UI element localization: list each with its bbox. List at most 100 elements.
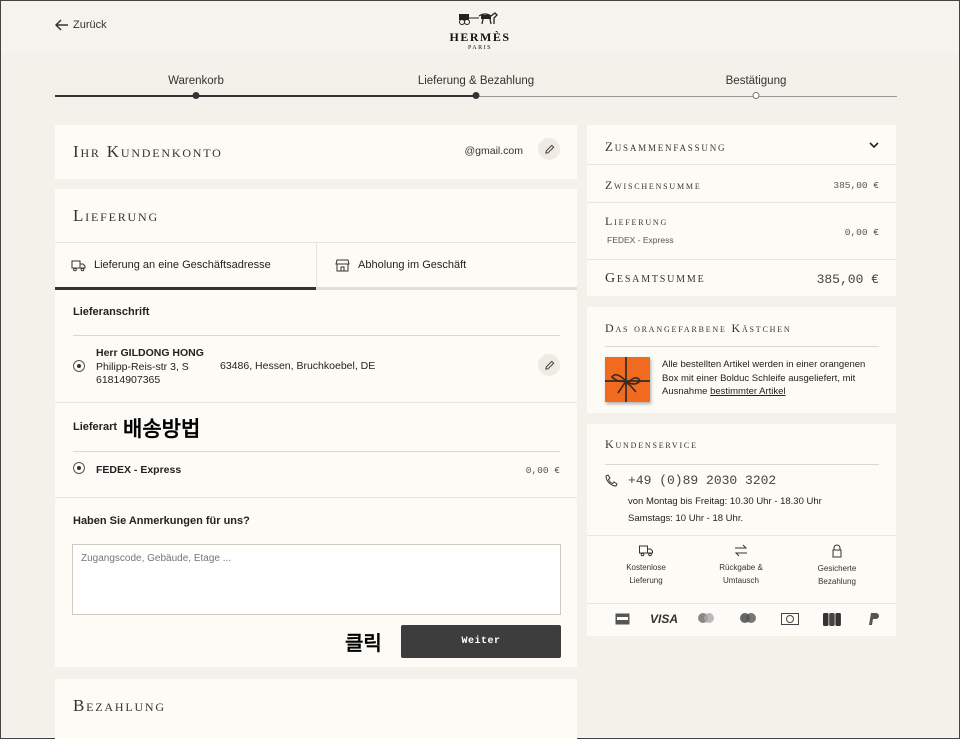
address-street: Philipp-Reis-str 3, S	[96, 360, 189, 373]
shipping-value: 0,00 €	[844, 227, 879, 238]
summary-title[interactable]: Zusammenfassung	[605, 139, 726, 155]
address-phone: 61814907365	[96, 374, 161, 386]
hermes-logo[interactable]: HERMÈS PARIS	[447, 11, 513, 51]
service-phone[interactable]: +49 (0)89 2030 3202	[628, 473, 776, 488]
account-email: @gmail.com	[464, 145, 523, 157]
maestro-icon	[728, 611, 768, 627]
fedex-price: 0,00 €	[525, 465, 560, 476]
step-delivery-payment: Lieferung & Bezahlung	[417, 75, 535, 87]
service-title: Kundenservice	[605, 437, 698, 451]
orange-box-card: Das orangefarbene Kästchen Alle bestellt…	[587, 307, 896, 413]
fedex-radio[interactable]	[73, 462, 85, 474]
account-title: Ihr Kundenkonto	[73, 142, 223, 161]
secure-lock-icon	[832, 544, 842, 558]
edit-account-button[interactable]	[538, 138, 560, 160]
tab-store-pickup-label: Abholung im Geschäft	[358, 259, 467, 271]
orange-box-image	[605, 357, 650, 402]
divider	[587, 164, 896, 165]
visa-text: VISA	[649, 612, 678, 626]
summary-card: Zusammenfassung Zwischensumme 385,00 € L…	[587, 125, 896, 296]
diners-icon	[770, 611, 810, 627]
jcb-icon	[812, 611, 852, 627]
tab-store-pickup[interactable]: Abholung im Geschäft	[316, 243, 577, 290]
top-bar: Zurück HERMÈS PARIS	[1, 1, 959, 53]
subtotal-label: Zwischensumme	[605, 178, 702, 192]
divider	[605, 464, 879, 465]
divider	[55, 402, 577, 403]
tab-business-address-label: Lieferung an eine Geschäftsadresse	[94, 259, 271, 271]
address-block: Herr GILDONG HONG Philipp-Reis-str 3, S …	[96, 347, 204, 388]
step-confirmation-dot	[752, 92, 760, 99]
delivery-title: Lieferung	[73, 206, 159, 225]
click-annotation: 클릭	[345, 631, 382, 655]
truck-icon	[639, 545, 653, 557]
feature-line: Bezahlung	[818, 577, 856, 586]
arrow-left-icon	[55, 19, 68, 31]
shipping-sub: FEDEX - Express	[607, 235, 674, 245]
paypal-icon	[854, 611, 894, 627]
back-link[interactable]: Zurück	[55, 19, 107, 31]
pencil-icon	[544, 144, 554, 154]
divider	[55, 497, 577, 498]
feature-secure-payment: Gesicherte Bezahlung	[796, 544, 878, 588]
feature-returns: Rückgabe & Umtausch	[700, 544, 782, 587]
delivery-card: Lieferung Lieferung an eine Geschäftsadr…	[55, 189, 577, 667]
divider	[605, 346, 879, 347]
remarks-textarea[interactable]	[72, 544, 561, 615]
tab-business-address[interactable]: Lieferung an eine Geschäftsadresse	[55, 243, 316, 290]
service-hours-saturday: Samstags: 10 Uhr - 18 Uhr.	[628, 513, 744, 524]
subtotal-value: 385,00 €	[833, 180, 879, 191]
total-label: Gesamtsumme	[605, 271, 706, 286]
store-icon	[335, 259, 350, 271]
visa-icon: VISA	[644, 611, 684, 627]
method-heading: Lieferart	[73, 421, 118, 433]
progress-line-todo	[476, 95, 897, 97]
address-city: 63486, Hessen, Bruchkoebel, DE	[220, 360, 376, 372]
exchange-icon	[734, 544, 748, 557]
continue-button[interactable]: Weiter	[401, 625, 561, 658]
shipping-label: Lieferung	[605, 214, 669, 228]
divider	[73, 335, 560, 336]
bow-icon	[605, 357, 650, 402]
feature-line: Kostenlose	[626, 563, 666, 572]
payment-title: Bezahlung	[73, 696, 166, 715]
truck-icon	[71, 260, 86, 271]
checkout-progress: Warenkorb Lieferung & Bezahlung Bestätig…	[55, 75, 897, 101]
amex-icon	[602, 611, 642, 627]
step-confirmation: Bestätigung	[725, 75, 787, 87]
remarks-heading: Haben Sie Anmerkungen für uns?	[73, 515, 250, 527]
customer-service-card: Kundenservice +49 (0)89 2030 3202 von Mo…	[587, 424, 896, 636]
service-hours-weekdays: von Montag bis Freitag: 10.30 Uhr - 18.3…	[628, 496, 822, 507]
address-radio[interactable]	[73, 360, 85, 372]
feature-line: Umtausch	[722, 576, 759, 585]
pencil-icon	[544, 360, 554, 370]
step-cart[interactable]: Warenkorb	[168, 75, 224, 87]
address-name: Herr GILDONG HONG	[96, 347, 204, 359]
fedex-label: FEDEX - Express	[96, 464, 182, 476]
certain-items-link[interactable]: bestimmter Artikel	[710, 386, 786, 397]
horse-carriage-icon	[459, 12, 498, 25]
divider	[587, 259, 896, 260]
feature-line: Rückgabe &	[719, 563, 763, 572]
phone-icon	[605, 474, 618, 487]
brand-city: PARIS	[468, 45, 492, 51]
divider	[73, 451, 560, 452]
feature-line: Gesicherte	[817, 564, 857, 573]
mastercard-icon	[686, 611, 726, 627]
chevron-down-icon[interactable]	[869, 142, 879, 149]
address-heading: Lieferanschrift	[73, 306, 150, 318]
account-card: Ihr Kundenkonto @gmail.com	[55, 125, 577, 179]
delivery-tabs: Lieferung an eine Geschäftsadresse Abhol…	[55, 242, 577, 290]
edit-address-button[interactable]	[538, 354, 560, 376]
orange-box-text-block: Alle bestellten Artikel werden in einer …	[662, 358, 882, 399]
divider	[587, 603, 896, 604]
progress-line-done	[55, 95, 476, 97]
divider	[587, 535, 896, 536]
payment-card: Bezahlung	[55, 679, 577, 739]
method-annotation: 배송방법	[123, 417, 201, 441]
orange-box-title: Das orangefarbene Kästchen	[605, 321, 792, 335]
feature-line: Lieferung	[629, 576, 663, 585]
step-delivery-dot	[472, 92, 480, 99]
back-label: Zurück	[73, 19, 107, 31]
feature-free-delivery: Kostenlose Lieferung	[605, 544, 687, 587]
